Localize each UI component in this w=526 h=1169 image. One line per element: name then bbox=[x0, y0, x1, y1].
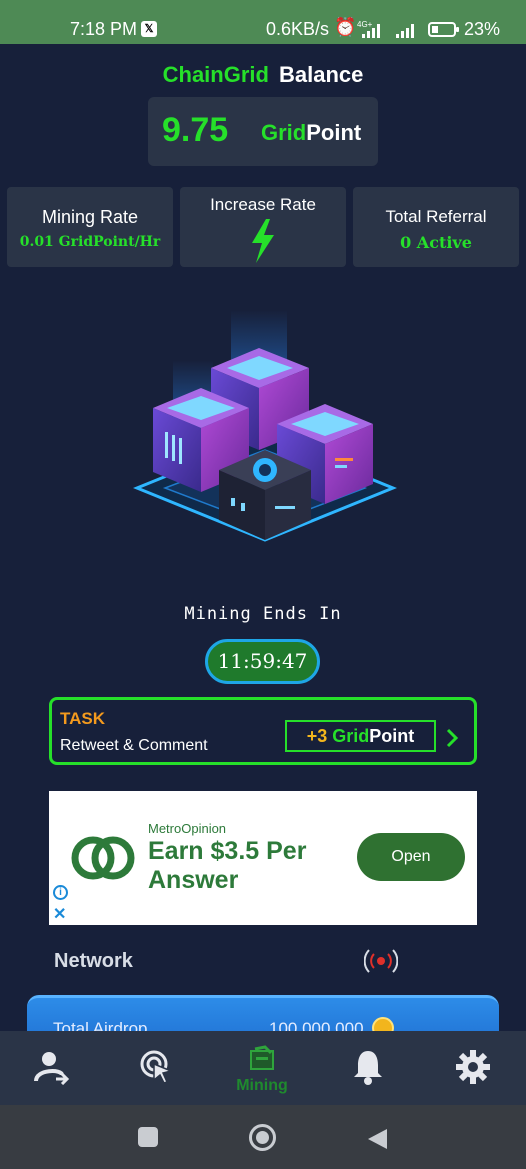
mining-icon bbox=[250, 1045, 274, 1070]
task-reward: +3 GridPoint bbox=[285, 720, 436, 752]
ad-close-icon[interactable]: ✕ bbox=[53, 904, 66, 924]
recents-button[interactable] bbox=[138, 1127, 158, 1147]
status-bar: 7:18 PM 𝕏 0.6KB/s ⏰ 4G+ 23% bbox=[0, 0, 526, 44]
system-nav-bar bbox=[0, 1105, 526, 1169]
status-time: 7:18 PM bbox=[70, 19, 138, 39]
nav-mining-label: Mining bbox=[236, 1077, 288, 1094]
task-description: Retweet & Comment bbox=[60, 737, 208, 754]
increase-rate-button[interactable]: Increase Rate bbox=[180, 187, 346, 267]
alarm-icon: ⏰ bbox=[334, 17, 357, 37]
lightning-bolt-icon bbox=[252, 219, 274, 263]
network-label: Network bbox=[54, 950, 133, 972]
signal-icon-2 bbox=[396, 24, 414, 38]
ad-advertiser: MetroOpinion bbox=[148, 821, 227, 836]
total-referral-label: Total Referral bbox=[385, 207, 487, 226]
nav-referral[interactable] bbox=[17, 1031, 87, 1105]
ad-headline: Earn $3.5 Per Answer bbox=[148, 837, 307, 894]
chevron-right-icon[interactable] bbox=[445, 728, 459, 748]
signal-icon bbox=[362, 24, 380, 38]
home-button[interactable] bbox=[249, 1124, 276, 1151]
ad-info-icon[interactable]: i bbox=[53, 885, 68, 900]
bell-icon bbox=[354, 1051, 382, 1085]
x-app-icon: 𝕏 bbox=[141, 21, 157, 37]
battery-icon bbox=[428, 22, 459, 37]
title-text: Balance bbox=[278, 62, 364, 87]
brand-name: ChainGrid bbox=[162, 62, 269, 87]
balance-unit: GridPoint bbox=[261, 120, 362, 145]
ad-open-button[interactable]: Open bbox=[357, 833, 465, 881]
mining-ends-label: Mining Ends In bbox=[184, 604, 342, 624]
battery-percent: 23% bbox=[464, 19, 501, 39]
nav-mining[interactable]: Mining bbox=[227, 1031, 297, 1105]
mining-rate-value: 0.01 GridPoint/Hr bbox=[19, 234, 161, 250]
total-referral-card: Total Referral 0 Active bbox=[353, 187, 519, 267]
nav-settings[interactable] bbox=[438, 1031, 508, 1105]
mining-rate-card: Mining Rate 0.01 GridPoint/Hr bbox=[7, 187, 173, 267]
nav-tap[interactable] bbox=[122, 1031, 192, 1105]
task-card[interactable]: TASK Retweet & Comment +3 GridPoint bbox=[49, 697, 477, 765]
balance-card: 9.75 GridPoint bbox=[148, 97, 378, 166]
increase-rate-label: Increase Rate bbox=[210, 195, 316, 214]
cursor-click-icon bbox=[140, 1050, 174, 1084]
user-share-icon bbox=[34, 1052, 70, 1085]
mining-server-illustration bbox=[133, 310, 397, 542]
total-referral-value: 0 Active bbox=[400, 233, 472, 252]
ad-banner[interactable]: MetroOpinion Earn $3.5 Per Answer Open i… bbox=[49, 791, 477, 925]
bottom-nav: Mining bbox=[0, 1031, 526, 1105]
nav-notifications[interactable] bbox=[333, 1031, 403, 1105]
broadcast-icon bbox=[364, 949, 398, 973]
page-title: ChainGrid Balance bbox=[0, 62, 526, 88]
task-title: TASK bbox=[60, 709, 106, 728]
mining-rate-label: Mining Rate bbox=[41, 207, 139, 227]
gear-icon bbox=[456, 1050, 490, 1084]
balance-amount: 9.75 bbox=[162, 111, 229, 149]
back-button[interactable] bbox=[368, 1129, 387, 1149]
mining-timer: 11:59:47 bbox=[205, 639, 320, 684]
advertiser-logo bbox=[71, 836, 135, 880]
net-speed: 0.6KB/s bbox=[266, 19, 330, 39]
